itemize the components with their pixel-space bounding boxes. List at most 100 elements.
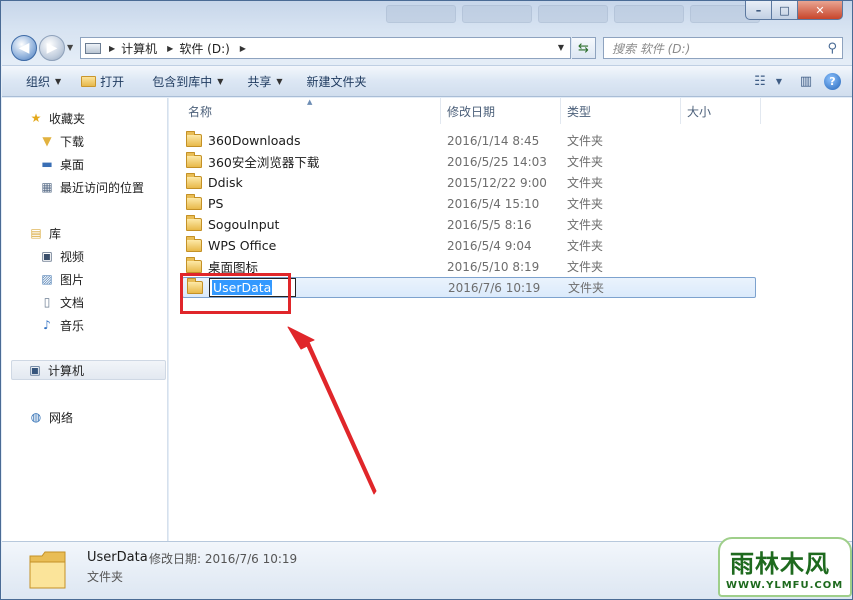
file-date: 2016/5/5 8:16	[447, 217, 532, 232]
file-row[interactable]: Ddisk 2015/12/22 9:00 文件夹	[182, 172, 756, 193]
desktop-icon: ▬	[41, 157, 53, 171]
file-type: 文件夹	[567, 176, 604, 190]
nav-label: 图片	[60, 272, 85, 287]
command-bar: 组织 ▼ 打开 包含到库中 ▼ 共享 ▼ 新建文件夹 ☷ ▼ ▥ ?	[2, 65, 852, 97]
computer-icon: ▣	[29, 363, 41, 377]
back-button[interactable]: ◀	[11, 35, 37, 61]
column-header-date[interactable]: 修改日期	[441, 98, 561, 124]
column-label: 类型	[567, 104, 592, 119]
file-row[interactable]: 360安全浏览器下载 2016/5/25 14:03 文件夹	[182, 151, 756, 172]
view-options-icon[interactable]: ☷	[748, 70, 772, 92]
file-type: 文件夹	[567, 197, 604, 211]
chevron-right-icon[interactable]: ▶	[240, 44, 246, 53]
nav-label: 最近访问的位置	[60, 180, 145, 195]
forward-button[interactable]: ▶	[39, 35, 65, 61]
share-button[interactable]: 共享 ▼	[237, 69, 292, 93]
nav-label: 网络	[49, 410, 74, 425]
folder-icon	[186, 152, 202, 168]
file-name: 360Downloads	[208, 133, 301, 148]
column-header-type[interactable]: 类型	[561, 98, 681, 124]
file-type: 文件夹	[567, 218, 604, 232]
file-row[interactable]: SogouInput 2016/5/5 8:16 文件夹	[182, 214, 756, 235]
explorer-window: – □ ✕ ◀ ▶ ▼ ▶ 计算机 ▶ 软件 (D:) ▶ ▼ ⇆ 搜索 软件 …	[0, 0, 853, 600]
caret-down-icon: ▼	[276, 76, 283, 86]
caret-down-icon: ▼	[55, 76, 62, 86]
caret-down-icon: ▼	[217, 76, 224, 86]
nav-label: 视频	[60, 249, 85, 264]
blurred-tab	[614, 5, 684, 23]
folder-icon	[186, 257, 202, 273]
navigation-pane: ★ 收藏夹 ▼ 下载 ▬ 桌面 ▦ 最近访问的位置 ▤ 库 ▣ 视频 ▨ 图片 …	[2, 98, 168, 541]
folder-icon	[186, 131, 202, 147]
open-label: 打开	[100, 74, 125, 89]
open-button[interactable]: 打开	[71, 69, 134, 93]
nav-label: 下载	[60, 134, 85, 149]
breadcrumb-computer[interactable]: 计算机	[121, 40, 157, 57]
folder-large-icon	[29, 551, 66, 589]
view-controls: ☷ ▼ ▥ ?	[748, 70, 852, 92]
nav-label: 文档	[60, 295, 85, 310]
refresh-button[interactable]: ⇆	[572, 37, 596, 59]
include-in-library-button[interactable]: 包含到库中 ▼	[142, 69, 233, 93]
nav-label: 收藏夹	[49, 111, 86, 126]
file-name: WPS Office	[208, 238, 277, 253]
column-header-name[interactable]: 名称	[182, 98, 441, 124]
file-type: 文件夹	[567, 155, 604, 169]
recent-pages-dropdown[interactable]: ▼	[67, 43, 73, 52]
column-label: 修改日期	[447, 104, 496, 119]
caret-down-icon[interactable]: ▼	[772, 70, 786, 92]
file-date: 2015/12/22 9:00	[447, 175, 547, 190]
address-bar[interactable]: ▶ 计算机 ▶ 软件 (D:) ▶ ▼	[80, 37, 571, 59]
breadcrumb-label: 计算机	[121, 41, 158, 56]
breadcrumb-drive-d[interactable]: 软件 (D:)	[179, 40, 229, 57]
chevron-right-icon[interactable]: ▶	[167, 44, 173, 53]
file-date: 2016/5/10 8:19	[447, 259, 540, 274]
details-file-type: 文件夹	[87, 570, 124, 584]
file-date: 2016/7/6 10:19	[448, 280, 541, 295]
search-icon[interactable]: ⚲	[827, 41, 837, 56]
file-row[interactable]: 360Downloads 2016/1/14 8:45 文件夹	[182, 130, 756, 151]
watermark-logo-text: 雨林木风	[730, 550, 830, 578]
details-modified-value: 2016/7/6 10:19	[204, 552, 298, 566]
file-date: 2016/5/25 14:03	[447, 154, 547, 169]
refresh-icon: ⇆	[578, 40, 589, 56]
details-modified-label: 修改日期:	[149, 552, 202, 566]
document-icon: ▯	[43, 295, 51, 309]
annotation-highlight-box	[180, 273, 291, 314]
new-folder-button[interactable]: 新建文件夹	[297, 69, 377, 93]
column-header-size[interactable]: 大小	[681, 98, 761, 124]
file-name: PS	[208, 196, 224, 211]
breadcrumb-label: 软件 (D:)	[179, 41, 230, 56]
search-placeholder: 搜索 软件 (D:)	[612, 41, 691, 56]
search-input[interactable]: 搜索 软件 (D:) ⚲	[603, 37, 843, 59]
chevron-right-icon[interactable]: ▶	[109, 44, 115, 53]
arrow-right-icon: ▶	[46, 40, 58, 56]
column-label: 大小	[687, 104, 712, 119]
file-name: Ddisk	[208, 175, 243, 190]
file-row[interactable]: PS 2016/5/4 15:10 文件夹	[182, 193, 756, 214]
file-name: SogouInput	[208, 217, 280, 232]
help-icon[interactable]: ?	[824, 72, 841, 90]
window-controls: – □ ✕	[745, 1, 843, 20]
close-button[interactable]: ✕	[798, 1, 843, 20]
folder-open-icon	[81, 75, 97, 87]
arrow-left-icon: ◀	[18, 40, 30, 56]
blurred-tab	[462, 5, 532, 23]
star-icon: ★	[30, 111, 42, 125]
background-taskbar-blur	[386, 5, 760, 27]
minimize-button[interactable]: –	[745, 1, 772, 20]
folder-icon	[186, 194, 202, 210]
site-watermark: 雨林木风 WWW.YLMFU.COM	[718, 537, 852, 597]
file-row[interactable]: WPS Office 2016/5/4 9:04 文件夹	[182, 235, 756, 256]
new-folder-label: 新建文件夹	[306, 74, 367, 89]
preview-pane-icon[interactable]: ▥	[794, 70, 818, 92]
file-type: 文件夹	[567, 260, 604, 274]
download-folder-icon: ▼	[42, 134, 52, 148]
file-type: 文件夹	[567, 134, 604, 148]
organize-button[interactable]: 组织 ▼	[16, 69, 71, 93]
video-icon: ▣	[41, 249, 53, 263]
address-dropdown-icon[interactable]: ▼	[558, 43, 564, 52]
nav-computer[interactable]: ▣ 计算机	[11, 360, 166, 380]
maximize-button[interactable]: □	[772, 1, 798, 20]
nav-label: 桌面	[60, 157, 85, 172]
